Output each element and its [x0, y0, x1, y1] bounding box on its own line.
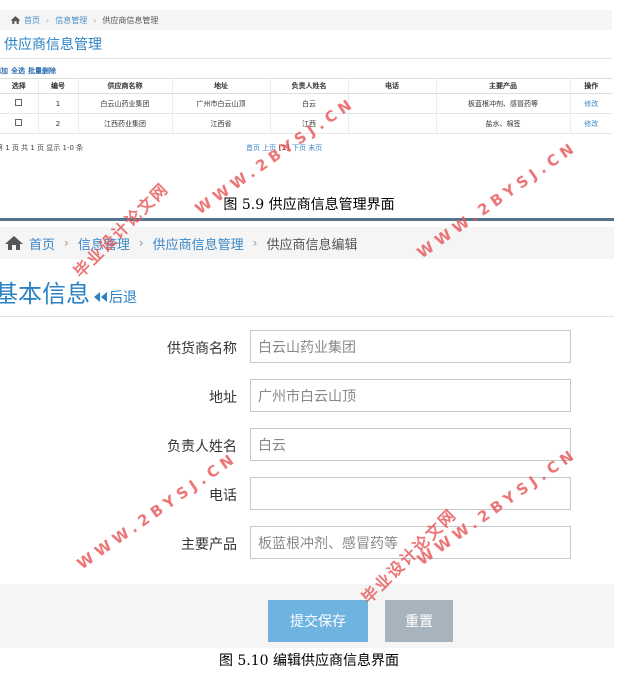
- last-page-link[interactable]: 末页: [308, 144, 322, 152]
- field-label: 供货商名称: [167, 341, 237, 357]
- col-phone: 电话: [348, 78, 437, 94]
- submit-save-button[interactable]: 提交保存: [268, 600, 368, 642]
- breadcrumb-home[interactable]: 首页: [29, 234, 55, 253]
- cell-phone: [348, 113, 437, 134]
- select-all-link[interactable]: 全选: [11, 66, 25, 76]
- figure-caption: 图 5.9 供应商信息管理界面: [223, 197, 395, 213]
- double-left-arrow-icon: [94, 292, 107, 302]
- table-row: 1 白云山药业集团 广州市白云山顶 白云 板蓝根冲剂、感冒药等 修改: [0, 93, 612, 114]
- cell-product: 板蓝根冲剂、感冒药等: [436, 93, 571, 114]
- breadcrumb-home[interactable]: 首页: [24, 15, 40, 26]
- edit-link[interactable]: 修改: [570, 93, 612, 114]
- cell-name: 江西药业集团: [78, 113, 173, 134]
- row-checkbox[interactable]: [15, 119, 23, 126]
- toolbar: 添加 全选 批量删除: [0, 66, 56, 76]
- supplier-edit-screenshot: 首页 › 信息管理 › 供应商信息管理 › 供应商信息编辑 基本信息 后退 供货…: [0, 218, 618, 648]
- field-label: 电话: [209, 488, 237, 504]
- back-link[interactable]: 后退: [94, 287, 137, 307]
- chevron-right-icon: ›: [93, 15, 97, 25]
- page-title: 供应商信息管理: [4, 37, 102, 53]
- batch-delete-link[interactable]: 批量删除: [28, 66, 56, 76]
- row-checkbox-cell: [0, 113, 39, 134]
- col-name: 供应商名称: [78, 78, 173, 94]
- chevron-right-icon: ›: [64, 236, 69, 250]
- supplier-name-input[interactable]: [250, 330, 571, 363]
- home-icon[interactable]: [4, 235, 24, 251]
- add-link[interactable]: 添加: [0, 66, 8, 76]
- form-row-address: 地址: [0, 379, 614, 413]
- cell-id: 1: [38, 93, 79, 114]
- top-bar: [0, 218, 614, 221]
- col-select: 选择: [0, 78, 39, 94]
- breadcrumb-current: 供应商信息编辑: [266, 237, 358, 253]
- reset-button[interactable]: 重置: [385, 600, 453, 642]
- supplier-list-screenshot: 首页 › 信息管理 › 供应商信息管理 供应商信息管理 添加 全选 批量删除 选…: [0, 0, 618, 190]
- row-checkbox[interactable]: [15, 99, 23, 106]
- chevron-right-icon: ›: [46, 15, 50, 25]
- cell-address: 广州市白云山顶: [172, 93, 271, 114]
- breadcrumb-info-management[interactable]: 信息管理: [55, 15, 87, 26]
- home-icon[interactable]: [10, 15, 21, 25]
- row-checkbox-cell: [0, 93, 39, 114]
- cell-phone: [348, 93, 437, 114]
- cell-product: 盐水、棉签: [436, 113, 571, 134]
- field-label: 地址: [209, 390, 237, 406]
- address-input[interactable]: [250, 379, 571, 412]
- breadcrumb-supplier-management[interactable]: 供应商信息管理: [153, 234, 244, 253]
- cell-name: 白云山药业集团: [78, 93, 173, 114]
- field-label: 主要产品: [181, 537, 237, 553]
- table-header-row: 选择 编号 供应商名称 地址 负责人姓名 电话 主要产品 操作: [0, 78, 612, 94]
- col-contact: 负责人姓名: [270, 78, 349, 94]
- cell-id: 2: [38, 113, 79, 134]
- col-action: 操作: [570, 78, 612, 94]
- cell-address: 江西省: [172, 113, 271, 134]
- page-title: 基本信息 后退: [0, 274, 137, 309]
- breadcrumb-current: 供应商信息管理: [102, 15, 159, 25]
- edit-link[interactable]: 修改: [570, 113, 612, 134]
- pagination-info: 第 1 页 共 1 页 显示 1-0 条: [0, 144, 84, 152]
- col-product: 主要产品: [436, 78, 571, 94]
- section-title: 基本信息: [0, 280, 90, 308]
- chevron-right-icon: ›: [138, 236, 144, 250]
- breadcrumb: 首页 › 信息管理 › 供应商信息管理: [0, 10, 612, 30]
- col-id: 编号: [38, 78, 79, 94]
- first-page-link[interactable]: 首页: [246, 144, 260, 152]
- divider: [0, 316, 614, 317]
- col-address: 地址: [172, 78, 271, 94]
- chevron-right-icon: ›: [252, 236, 258, 250]
- back-label: 后退: [109, 290, 137, 306]
- form-row-contact: 负责人姓名: [0, 428, 614, 462]
- form-row-supplier-name: 供货商名称: [0, 330, 614, 364]
- divider: [0, 58, 612, 59]
- form-actions: 提交保存 重置: [0, 584, 614, 648]
- contact-name-input[interactable]: [250, 428, 571, 461]
- figure-caption: 图 5.10 编辑供应商信息界面: [218, 653, 400, 669]
